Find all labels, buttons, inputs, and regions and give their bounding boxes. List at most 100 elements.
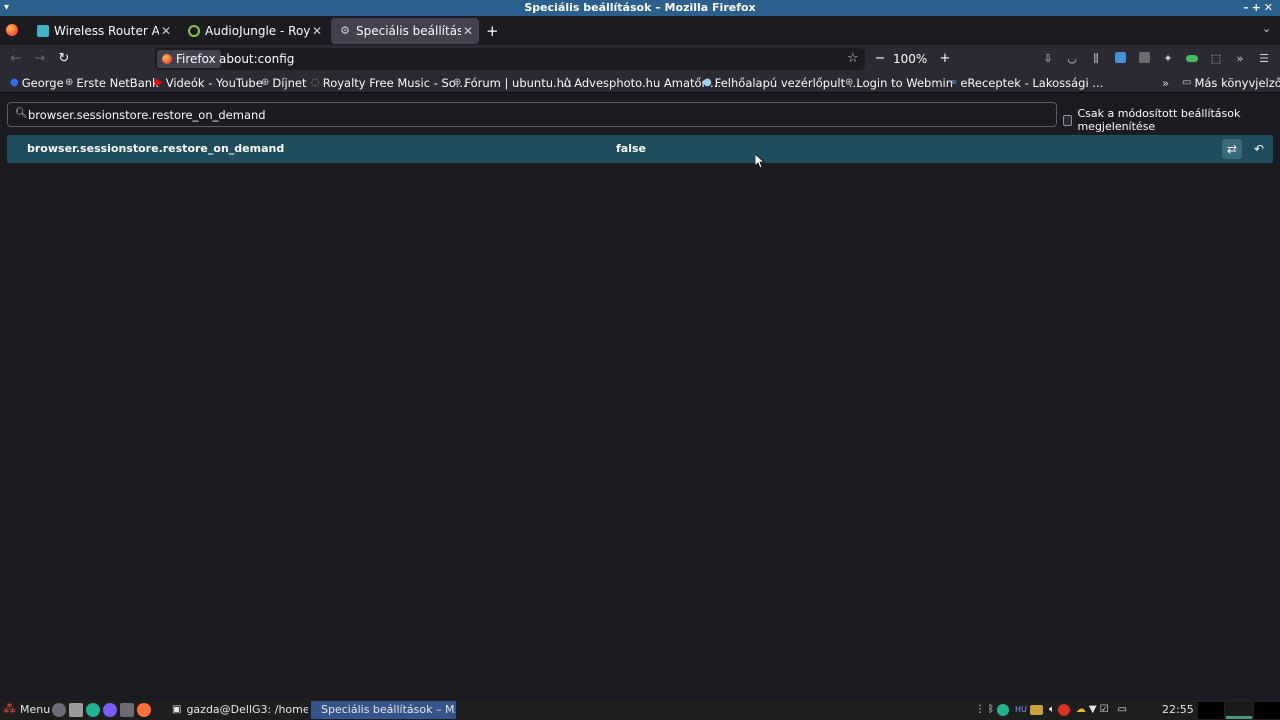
pref-value[interactable]: false [616, 135, 646, 163]
config-search-input[interactable] [28, 103, 1048, 126]
modified-only-toggle[interactable]: Csak a módosított beállítások megjelenít… [1063, 107, 1280, 133]
launcher-bar [52, 700, 154, 720]
close-tab-icon[interactable]: ✕ [159, 24, 173, 38]
pref-row[interactable]: browser.sessionstore.restore_on_demand f… [7, 135, 1273, 163]
workspace-2[interactable] [1226, 702, 1252, 719]
library-icon[interactable]: ⫼ [1089, 52, 1103, 66]
url-bar[interactable]: Firefox about:config ☆ [155, 48, 865, 70]
toggle-value-button[interactable]: ⇄ [1222, 139, 1242, 159]
workspace-3[interactable] [1254, 702, 1280, 719]
zoom-out-button[interactable]: − [870, 49, 890, 69]
bookmark-label: Advesphoto.hu Amatőr ... [574, 76, 721, 90]
app-menu-icon[interactable]: ☰ [1257, 52, 1271, 66]
bookmark-label: eReceptek - Lakossági ... [960, 76, 1104, 90]
reset-value-button[interactable]: ↶ [1249, 139, 1269, 159]
firefox-launcher-icon[interactable] [137, 703, 151, 717]
search-icon: 🔍︎ [15, 108, 28, 119]
weather-icon[interactable]: ☁ [1076, 700, 1086, 720]
tab-settings[interactable]: ⚙ Speciális beállítások ✕ [331, 18, 479, 44]
identity-box[interactable]: Firefox [157, 50, 221, 68]
pocket-icon[interactable]: ◡ [1065, 52, 1079, 66]
extension-toggle-icon[interactable] [1185, 52, 1199, 66]
bookmark-label: Royalty Free Music - So... [322, 76, 467, 90]
keyboard-layout[interactable]: HU [1015, 700, 1027, 720]
reload-button[interactable]: ↻ [54, 49, 74, 69]
bookmark-youtube[interactable]: ▶ Videók - YouTube [155, 75, 263, 91]
cloud-favicon: ● [703, 77, 712, 88]
tab-audiojungle[interactable]: AudioJungle - Royalty F ✕ [180, 18, 328, 44]
overflow-chevron-icon[interactable]: » [1233, 52, 1247, 66]
downloads-icon[interactable]: ⇩ [1041, 52, 1055, 66]
tab-label: Speciális beállítások [356, 24, 461, 38]
workspace-1[interactable] [1198, 702, 1224, 719]
network-icon[interactable]: ▼ [1089, 700, 1097, 720]
globe-icon: ⊕ [845, 77, 854, 88]
app-launcher-2-icon[interactable] [69, 703, 83, 717]
display-icon[interactable] [1029, 705, 1043, 715]
battery-icon[interactable]: ▭ [1118, 700, 1127, 720]
window-menu-icon[interactable]: ▾ [4, 0, 9, 16]
globe-icon: ⊕ [453, 77, 462, 88]
bookmark-label: Videók - YouTube [165, 76, 263, 90]
new-tab-button[interactable]: + [486, 22, 499, 40]
modified-only-checkbox[interactable] [1063, 114, 1073, 126]
router-favicon [37, 25, 49, 37]
bookmark-label: Fórum | ubuntu.hu [464, 76, 572, 90]
other-bookmarks[interactable]: ▭ Más könyvjelzők [1182, 75, 1280, 91]
bookmark-star-icon[interactable]: ☆ [847, 51, 859, 66]
task-firefox[interactable]: Speciális beállítások – M... [311, 701, 456, 719]
modified-only-label: Csak a módosított beállítások megjelenít… [1077, 107, 1241, 133]
task-terminal[interactable]: ▣ gazda@DellG3: /home/l... [168, 701, 308, 719]
app-launcher-3-icon[interactable] [86, 703, 100, 717]
close-tab-icon[interactable]: ✕ [310, 24, 324, 38]
bookmark-george[interactable]: ● George [10, 75, 64, 91]
volume-icon[interactable]: 🔈︎ [1049, 700, 1055, 720]
url-text[interactable]: about:config [219, 48, 294, 70]
extension-blue-icon[interactable] [1113, 52, 1127, 66]
messenger-icon[interactable] [103, 703, 117, 717]
extensions-puzzle-icon[interactable]: ⬚ [1209, 52, 1223, 66]
back-button[interactable]: ← [6, 49, 26, 69]
bookmark-royalty[interactable]: ◌ Royalty Free Music - So... [311, 75, 467, 91]
bookmark-felhoalapu[interactable]: ● Felhőalapú vezérlőpult ... [703, 75, 860, 91]
list-all-tabs-icon[interactable]: ⌄ [1262, 22, 1271, 35]
config-content: 🔍︎ Csak a módosított beállítások megjele… [0, 94, 1280, 700]
menu-label: Menu [20, 703, 51, 716]
config-search-box[interactable]: 🔍︎ [7, 102, 1057, 127]
forward-button[interactable]: → [30, 49, 50, 69]
bookmark-label: Felhőalapú vezérlőpult ... [714, 76, 860, 90]
tab-router[interactable]: Wireless Router Archer ✕ [29, 18, 177, 44]
firefox-view-icon[interactable] [6, 24, 18, 36]
bluetooth-icon[interactable]: ᛒ [988, 700, 994, 720]
bookmark-erste[interactable]: ⊕ Erste NetBank [65, 75, 159, 91]
firefox-icon [162, 54, 172, 64]
window-titlebar: ▾ Speciális beállítások – Mozilla Firefo… [0, 0, 1280, 16]
extension-pin-icon[interactable]: ✦ [1161, 52, 1175, 66]
bookmark-webmin[interactable]: ⊕ Login to Webmin [845, 75, 953, 91]
tray-overflow-icon[interactable]: ⋮ [975, 700, 985, 720]
sync-icon[interactable] [997, 704, 1009, 716]
zoom-level[interactable]: 100% [893, 50, 927, 68]
gear-icon: ⚙ [340, 24, 350, 37]
mail-icon[interactable] [1057, 704, 1070, 716]
george-favicon: ● [10, 77, 19, 88]
tab-label: Wireless Router Archer [54, 24, 159, 38]
app-launcher-5-icon[interactable] [120, 703, 134, 717]
youtube-favicon: ▶ [155, 77, 163, 88]
bookmark-ubuntu[interactable]: ⊕ Fórum | ubuntu.hu [453, 75, 571, 91]
bookmark-ereceptek[interactable]: ∞ eReceptek - Lakossági ... [949, 75, 1103, 91]
other-bookmarks-label: Más könyvjelzők [1194, 76, 1280, 90]
bookmark-dijnet[interactable]: ⊕ Díjnet [261, 75, 307, 91]
bookmarks-overflow-icon[interactable]: » [1162, 75, 1169, 91]
clipboard-icon[interactable]: ☑ [1100, 700, 1109, 720]
bookmarks-toolbar: ● George ⊕ Erste NetBank ▶ Videók - YouTube… [0, 73, 1280, 93]
extension-gray-icon[interactable] [1137, 52, 1151, 66]
window-controls[interactable]: –+✕ [1243, 0, 1276, 16]
bookmark-advesphoto[interactable]: ⋀ Advesphoto.hu Amatőr ... [563, 75, 721, 91]
app-launcher-1-icon[interactable] [52, 703, 66, 717]
zoom-in-button[interactable]: + [935, 49, 955, 69]
clock[interactable]: 22:55 [1162, 700, 1194, 720]
close-tab-icon[interactable]: ✕ [461, 24, 475, 38]
bookmark-label: Login to Webmin [856, 76, 954, 90]
start-menu-button[interactable]: ⁂ Menu [3, 700, 50, 720]
